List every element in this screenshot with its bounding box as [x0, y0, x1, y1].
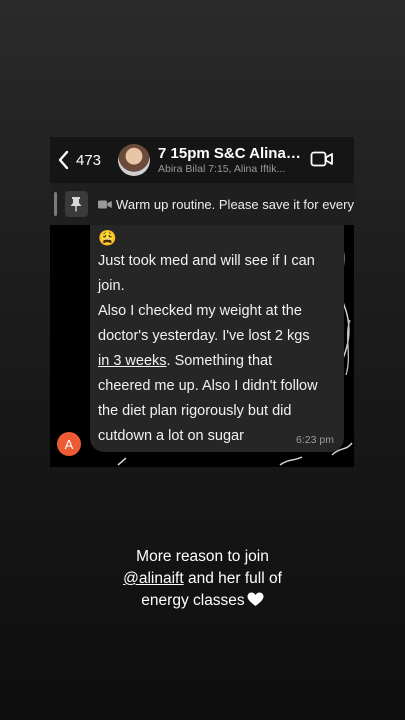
chat-title: 7 15pm S&C Alina I... — [158, 145, 303, 162]
story-caption: More reason to join @alinaift and her fu… — [0, 546, 405, 612]
emoji-weary: 😩 — [98, 230, 117, 247]
caption-line-text: energy classes — [141, 592, 245, 609]
group-avatar[interactable] — [118, 144, 150, 176]
message-timestamp: 6:23 pm — [296, 434, 334, 446]
pin-icon — [70, 197, 82, 212]
video-call-icon[interactable] — [310, 150, 334, 168]
pinned-message-text: Warm up routine. Please save it for ever… — [116, 196, 354, 212]
message-line-rest: . Something that — [166, 353, 273, 369]
message-line: in 3 weeks. Something that — [98, 349, 342, 374]
chat-subtitle: Abira Bilal 7:15, Alina Iftik... — [158, 163, 286, 175]
message-line: doctor's yesterday. I've lost 2 kgs — [98, 328, 310, 344]
user-mention[interactable]: @alinaift — [123, 570, 184, 587]
heart-icon — [247, 592, 264, 606]
message-link-text[interactable]: in 3 weeks — [98, 353, 167, 369]
sender-avatar[interactable]: A — [57, 432, 81, 456]
caption-line: energy classes — [0, 590, 405, 612]
chevron-left-icon — [58, 150, 69, 170]
chat-area: 😩 Just took med and will see if I can jo… — [50, 225, 354, 467]
message-line: Just took med and will see if I can — [98, 253, 315, 269]
caption-line-rest: and her full of — [183, 570, 282, 587]
chat-screenshot: 473 7 15pm S&C Alina I... Abira Bilal 7:… — [50, 137, 354, 467]
message-line: cheered me up. Also I didn't follow — [98, 378, 318, 394]
message-text: Just took med and will see if I can join… — [98, 249, 342, 449]
pinned-indicator — [54, 192, 57, 216]
message-line: join. — [98, 278, 125, 294]
message-line: Also I checked my weight at the — [98, 303, 302, 319]
video-camera-icon — [97, 199, 112, 209]
background-floral-pattern-bottom — [117, 456, 303, 466]
pinned-message-bar[interactable]: Warm up routine. Please save it for ever… — [50, 183, 354, 225]
message-bubble[interactable]: 😩 Just took med and will see if I can jo… — [90, 225, 344, 452]
back-button[interactable]: 473 — [56, 149, 108, 171]
caption-line: @alinaift and her full of — [0, 568, 405, 590]
chat-header: 473 7 15pm S&C Alina I... Abira Bilal 7:… — [50, 137, 354, 183]
message-line: the diet plan rigorously but did — [98, 403, 292, 419]
unread-count: 473 — [76, 151, 102, 169]
sender-initial: A — [64, 436, 74, 452]
caption-line: More reason to join — [136, 548, 269, 565]
chat-title-area[interactable]: 7 15pm S&C Alina I... Abira Bilal 7:15, … — [158, 145, 303, 175]
pin-button[interactable] — [64, 191, 88, 217]
